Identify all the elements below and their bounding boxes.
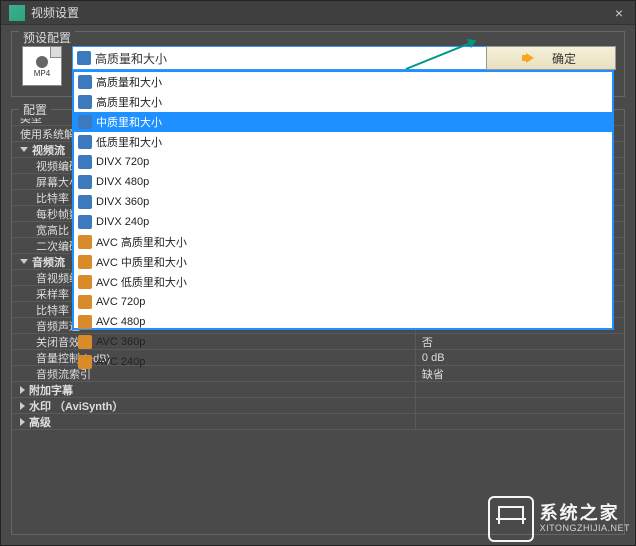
preset-option-label: DIVX 480p [96, 176, 149, 188]
preset-option[interactable]: AVC 240p [74, 352, 612, 372]
video-settings-window: 视频设置 × 预设配置 MP4 高质量和大小 ▾ 高质量和大小高质里和大小中质里… [0, 0, 636, 546]
preset-option-icon [78, 235, 92, 249]
preset-option[interactable]: DIVX 480p [74, 172, 612, 192]
preset-option-icon [78, 295, 92, 309]
preset-option-icon [78, 215, 92, 229]
config-group-label: 配置 [19, 101, 51, 118]
preset-option-icon [78, 115, 92, 129]
expand-down-icon [20, 147, 28, 152]
property-section[interactable]: 附加字幕 [12, 382, 624, 398]
preset-option[interactable]: AVC 480p [74, 312, 612, 332]
expand-right-icon [20, 386, 25, 394]
preset-group: 预设配置 MP4 高质量和大小 ▾ 高质量和大小高质里和大小中质里和大小低质里和… [11, 31, 625, 97]
preset-item-icon [77, 51, 91, 65]
preset-option-label: AVC 中质里和大小 [96, 254, 187, 270]
titlebar: 视频设置 × [1, 1, 635, 25]
preset-option-icon [78, 355, 92, 369]
preset-option-icon [78, 315, 92, 329]
preset-option[interactable]: DIVX 360p [74, 192, 612, 212]
ok-button[interactable]: 确定 [486, 46, 616, 70]
preset-option[interactable]: 低质里和大小 [74, 132, 612, 152]
property-value [416, 414, 624, 429]
property-key: 高级 [12, 414, 416, 429]
preset-option[interactable]: AVC 720p [74, 292, 612, 312]
arrow-right-icon [526, 53, 534, 63]
preset-option-icon [78, 195, 92, 209]
preset-option-label: 高质里和大小 [96, 94, 162, 110]
preset-option-icon [78, 155, 92, 169]
preset-option-icon [78, 95, 92, 109]
preset-option-label: AVC 720p [96, 296, 145, 308]
preset-option-label: AVC 360p [96, 336, 145, 348]
preset-option-label: 中质里和大小 [96, 114, 162, 130]
preset-option-label: AVC 480p [96, 316, 145, 328]
preset-option[interactable]: AVC 高质里和大小 [74, 232, 612, 252]
preset-option-icon [78, 135, 92, 149]
preset-option-icon [78, 335, 92, 349]
watermark: 系统之家 XITONGZHIJIA.NET [488, 496, 630, 542]
preset-option[interactable]: AVC 360p [74, 332, 612, 352]
preset-option-label: DIVX 720p [96, 156, 149, 168]
watermark-logo-icon [488, 496, 534, 542]
preset-option-label: AVC 高质里和大小 [96, 234, 187, 250]
expand-right-icon [20, 402, 25, 410]
preset-option[interactable]: AVC 低质里和大小 [74, 272, 612, 292]
preset-option[interactable]: DIVX 240p [74, 212, 612, 232]
mp4-file-icon: MP4 [22, 46, 62, 86]
preset-option-label: 低质里和大小 [96, 134, 162, 150]
preset-option[interactable]: 中质里和大小 [74, 112, 612, 132]
preset-box: MP4 高质量和大小 ▾ 高质量和大小高质里和大小中质里和大小低质里和大小DIV… [11, 31, 625, 97]
watermark-url: XITONGZHIJIA.NET [540, 524, 630, 534]
preset-option-icon [78, 275, 92, 289]
preset-option[interactable]: 高质里和大小 [74, 92, 612, 112]
ok-button-label: 确定 [552, 50, 576, 67]
close-icon[interactable]: × [611, 5, 627, 21]
property-section[interactable]: 水印 （AviSynth） [12, 398, 624, 414]
preset-option-label: DIVX 240p [96, 216, 149, 228]
preset-option-label: AVC 240p [96, 356, 145, 368]
preset-option-label: DIVX 360p [96, 196, 149, 208]
preset-option[interactable]: 高质量和大小 [74, 72, 612, 92]
preset-option-icon [78, 75, 92, 89]
preset-option-icon [78, 255, 92, 269]
preset-option-label: AVC 低质里和大小 [96, 274, 187, 290]
app-icon [9, 5, 25, 21]
property-value [416, 398, 624, 413]
expand-right-icon [20, 418, 25, 426]
preset-dropdown[interactable]: 高质量和大小高质里和大小中质里和大小低质里和大小 DIVX 720p DIVX 48… [72, 70, 614, 330]
preset-option[interactable]: DIVX 720p [74, 152, 612, 172]
property-value [416, 382, 624, 397]
preset-option-icon [78, 175, 92, 189]
preset-option[interactable]: AVC 中质里和大小 [74, 252, 612, 272]
expand-down-icon [20, 259, 28, 264]
window-title: 视频设置 [31, 4, 79, 21]
property-section[interactable]: 高级 [12, 414, 624, 430]
property-key: 附加字幕 [12, 382, 416, 397]
watermark-title: 系统之家 [540, 504, 630, 524]
preset-option-label: 高质量和大小 [96, 74, 162, 90]
property-key: 水印 （AviSynth） [12, 398, 416, 413]
preset-group-label: 预设配置 [19, 29, 75, 46]
